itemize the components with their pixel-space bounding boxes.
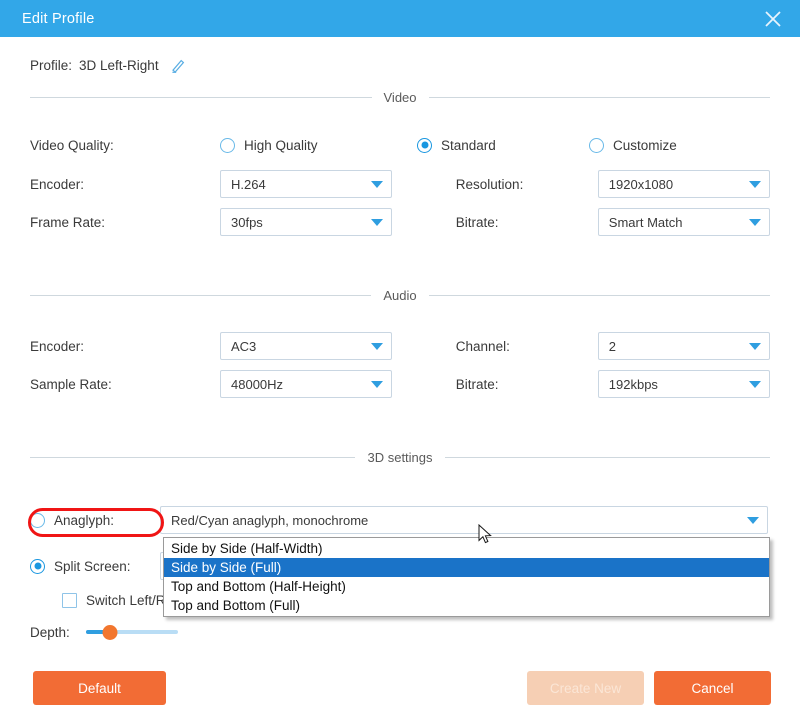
video-framerate-label: Frame Rate: [30,214,106,230]
chevron-down-icon [748,380,761,388]
radio-anaglyph-indicator [30,512,45,528]
audio-samplerate-label: Sample Rate: [30,376,112,392]
separator-line-right [444,456,771,458]
create-new-button[interactable]: Create New [527,671,644,705]
separator-line-left [30,456,356,458]
audio-channel-value: 2 [608,338,617,354]
video-bitrate-select[interactable]: Smart Match [597,208,770,236]
threed-section-separator: 3D settings [30,447,771,467]
radio-customize-label: Customize [613,137,677,153]
audio-encoder-select[interactable]: AC3 [220,332,393,360]
video-framerate-value: 30fps [231,214,263,230]
close-icon[interactable] [746,0,800,37]
threed-section-title: 3D settings [367,449,433,465]
profile-row: Profile: 3D Left-Right [30,37,770,83]
audio-bitrate-label: Bitrate: [455,376,499,392]
radio-standard[interactable]: Standard [417,137,589,153]
radio-anaglyph[interactable]: Anaglyph: [30,512,160,528]
anaglyph-select[interactable]: Red/Cyan anaglyph, monochrome [160,506,768,534]
depth-row: Depth: [30,615,770,649]
profile-label: Profile: [30,57,73,73]
audio-encoder-row: Encoder: AC3 Channel: 2 [30,327,770,365]
video-encoder-row: Encoder: H.264 Resolution: 1920x1080 [30,165,770,203]
video-bitrate-label: Bitrate: [455,214,499,230]
chevron-down-icon [748,218,761,226]
video-section-separator: Video [30,87,771,107]
dialog-title-bar: Edit Profile [0,0,800,37]
radio-customize[interactable]: Customize [589,137,677,153]
chevron-down-icon [748,342,761,350]
anaglyph-label: Anaglyph: [54,512,115,528]
audio-channel-label: Channel: [455,338,510,354]
radio-standard-indicator [417,137,432,153]
switch-left-right-checkbox[interactable] [62,592,77,608]
video-framerate-row: Frame Rate: 30fps Bitrate: Smart Match [30,203,770,241]
anaglyph-value: Red/Cyan anaglyph, monochrome [171,512,369,528]
depth-label: Depth: [30,624,70,640]
video-quality-label: Video Quality: [30,137,114,153]
video-encoder-select[interactable]: H.264 [220,170,393,198]
anaglyph-row: Anaglyph: Red/Cyan anaglyph, monochrome [30,501,770,539]
dialog-body: Profile: 3D Left-Right Video Video Quali… [0,37,800,722]
radio-split-screen[interactable]: Split Screen: [30,558,160,574]
depth-slider[interactable] [85,624,178,640]
video-quality-row: Video Quality: High Quality Standard Cus… [30,125,770,165]
dropdown-option-3[interactable]: Top and Bottom (Full) [164,596,769,615]
audio-encoder-value: AC3 [231,338,257,354]
video-section-title: Video [383,89,417,105]
audio-channel-select[interactable]: 2 [597,332,770,360]
audio-section-title: Audio [383,287,417,303]
dialog-footer: Default Create New Cancel [0,646,800,722]
chevron-down-icon [371,380,384,388]
chevron-down-icon [371,180,384,188]
audio-section-separator: Audio [30,285,770,305]
chevron-down-icon [371,218,384,226]
audio-encoder-label: Encoder: [30,338,85,354]
split-screen-dropdown-list[interactable]: Side by Side (Half-Width) Side by Side (… [163,537,770,617]
radio-high-quality-label: High Quality [244,137,318,153]
dropdown-option-2[interactable]: Top and Bottom (Half-Height) [164,577,769,596]
video-resolution-select[interactable]: 1920x1080 [597,170,770,198]
pencil-icon[interactable] [170,57,187,74]
radio-high-quality[interactable]: High Quality [220,137,417,153]
video-resolution-value: 1920x1080 [608,176,674,192]
video-encoder-label: Encoder: [30,176,85,192]
split-screen-label: Split Screen: [54,558,131,574]
audio-samplerate-value: 48000Hz [231,376,284,392]
audio-samplerate-row: Sample Rate: 48000Hz Bitrate: 192kbps [30,365,770,403]
default-button[interactable]: Default [33,671,166,705]
radio-split-screen-indicator [30,558,45,574]
profile-name: 3D Left-Right [79,57,159,73]
radio-customize-indicator [589,137,604,153]
radio-standard-label: Standard [441,137,496,153]
chevron-down-icon [371,342,384,350]
radio-high-quality-indicator [220,137,235,153]
dropdown-option-0[interactable]: Side by Side (Half-Width) [164,539,769,558]
video-encoder-value: H.264 [231,176,266,192]
video-bitrate-value: Smart Match [608,214,683,230]
separator-line-right [428,96,771,98]
separator-line-right [428,294,770,296]
audio-bitrate-value: 192kbps [608,376,658,392]
chevron-down-icon [748,180,761,188]
separator-line-left [30,96,372,98]
video-framerate-select[interactable]: 30fps [220,208,393,236]
audio-samplerate-select[interactable]: 48000Hz [220,370,393,398]
chevron-down-icon [747,516,759,524]
video-resolution-label: Resolution: [455,176,524,192]
separator-line-left [30,294,372,296]
dialog-title: Edit Profile [22,10,95,27]
depth-slider-thumb[interactable] [102,624,118,640]
cancel-button[interactable]: Cancel [654,671,771,705]
audio-bitrate-select[interactable]: 192kbps [597,370,770,398]
dropdown-option-1[interactable]: Side by Side (Full) [164,558,769,577]
